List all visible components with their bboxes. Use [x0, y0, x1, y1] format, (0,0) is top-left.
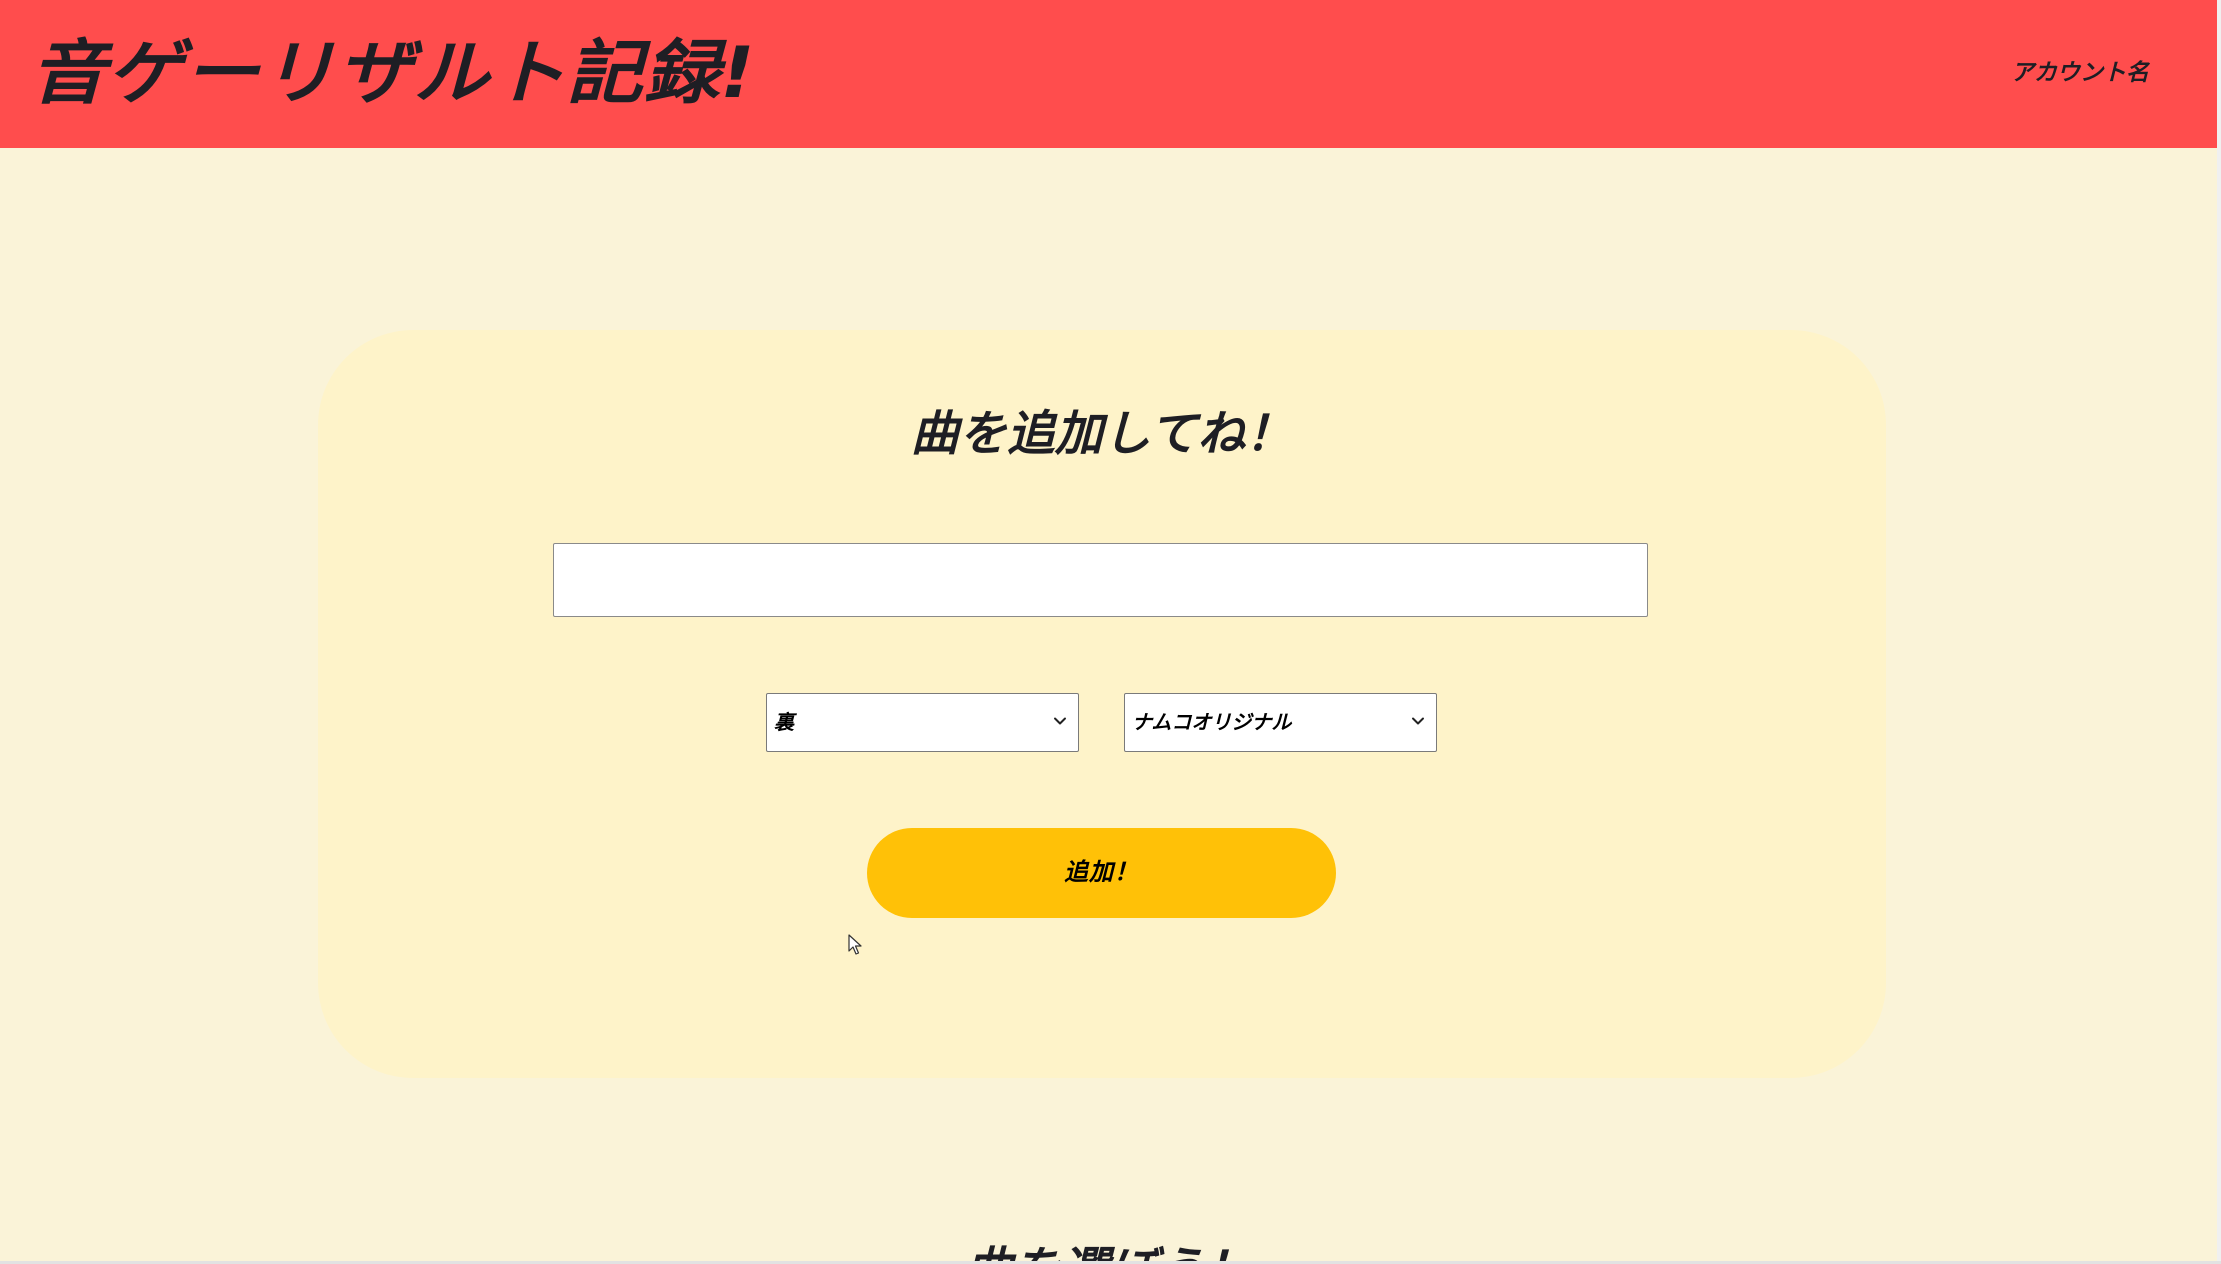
add-button-label: 追加！	[1064, 859, 1139, 886]
song-name-input[interactable]	[553, 543, 1648, 617]
chevron-down-icon	[1412, 717, 1424, 725]
mouse-cursor-icon	[848, 934, 862, 955]
site-header: 音ゲーリザルト記録! アカウント名	[0, 0, 2217, 148]
add-song-button[interactable]: 追加！	[867, 828, 1336, 918]
genre-select[interactable]: ナムコオリジナル	[1124, 693, 1437, 752]
chevron-down-icon	[1054, 717, 1066, 725]
add-song-card: 曲を追加してね！ 裏 ナムコオリジナル 追加！	[318, 330, 1886, 1078]
genre-selected-value: ナムコオリジナル	[1132, 710, 1292, 734]
difficulty-select[interactable]: 裏	[766, 693, 1079, 752]
page-viewport: 音ゲーリザルト記録! アカウント名 曲を追加してね！ 裏 ナムコオリジナル 追加…	[0, 0, 2217, 1261]
window-edge	[2217, 0, 2221, 1264]
difficulty-selected-value: 裏	[774, 710, 794, 734]
add-song-heading: 曲を追加してね！	[910, 406, 1294, 462]
account-name-link[interactable]: アカウント名	[2011, 58, 2149, 88]
site-title[interactable]: 音ゲーリザルト記録!	[30, 28, 756, 118]
select-song-heading: 曲を選ぼう！	[0, 1238, 2217, 1261]
